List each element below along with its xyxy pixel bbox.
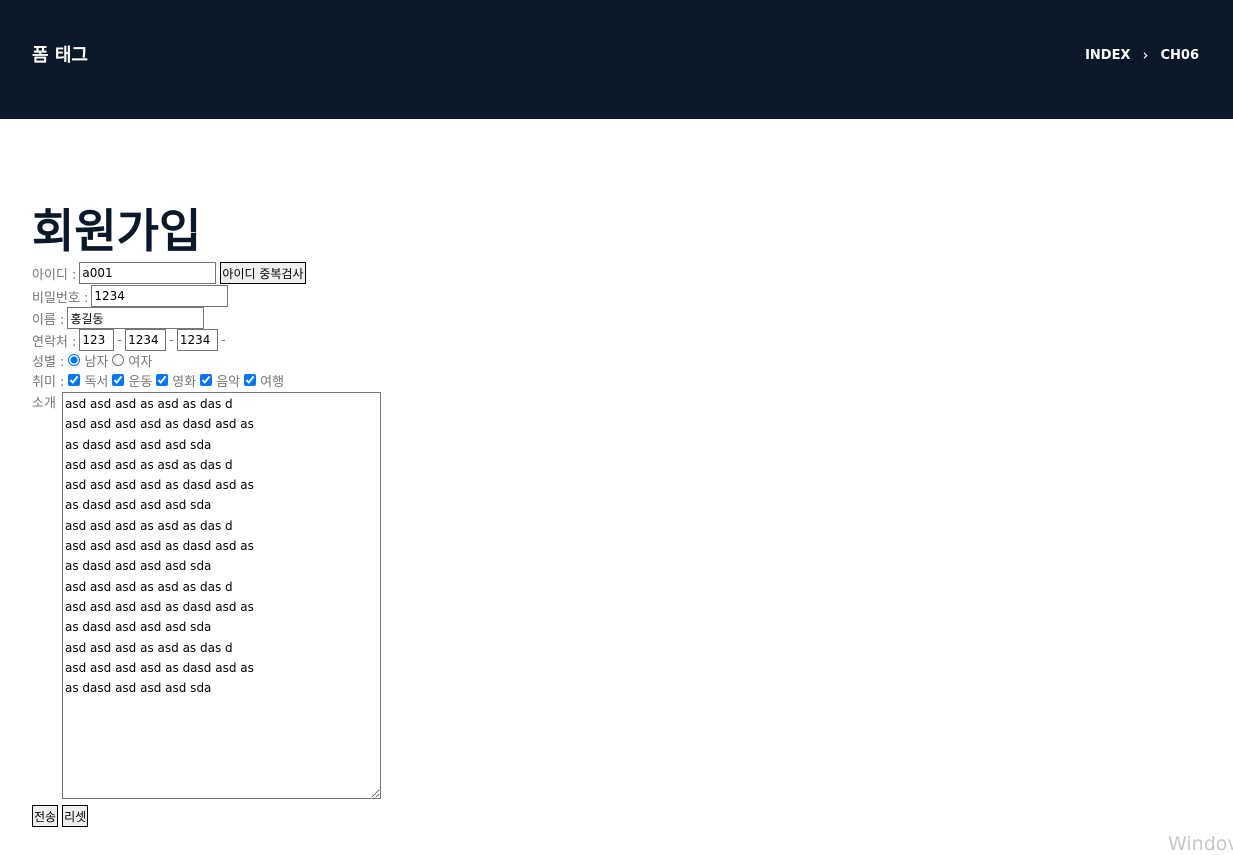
gender-radio-male[interactable] bbox=[68, 354, 81, 366]
hobby-option-label: 운동 bbox=[128, 374, 153, 390]
hobby-checkbox-reading[interactable] bbox=[68, 374, 81, 386]
top-header: 폼 태그 INDEX › CH06 bbox=[0, 0, 1233, 119]
phone-separator: - bbox=[220, 332, 226, 348]
windows-watermark: Windov bbox=[1168, 833, 1233, 855]
reset-button[interactable]: 리셋 bbox=[62, 805, 89, 827]
hobby-option-label: 영화 bbox=[172, 374, 197, 390]
id-row: 아이디 : 아이디 중복검사 bbox=[32, 262, 306, 284]
phone-separator: - bbox=[169, 332, 174, 348]
phone-label: 연락처 : bbox=[32, 334, 77, 350]
gender-option-label: 여자 bbox=[128, 354, 153, 370]
phone-part2-field[interactable] bbox=[125, 329, 167, 351]
gender-option-female[interactable]: 여자 bbox=[112, 351, 152, 370]
hobby-row: 취미 : 독서 운동 영화 음악 여행 bbox=[32, 369, 288, 391]
intro-row: 소개 bbox=[32, 390, 56, 412]
breadcrumb: INDEX › CH06 bbox=[1085, 46, 1199, 64]
page-title: 회원가입 bbox=[32, 204, 202, 258]
password-field[interactable] bbox=[91, 285, 229, 307]
hobby-option-label: 음악 bbox=[216, 374, 241, 390]
gender-label: 성별 : bbox=[32, 354, 65, 370]
hobby-option-music[interactable]: 음악 bbox=[200, 371, 240, 390]
hobby-option-movie[interactable]: 영화 bbox=[156, 371, 196, 390]
intro-label: 소개 bbox=[32, 395, 56, 411]
phone-part1-field[interactable] bbox=[79, 329, 115, 351]
hobby-checkbox-movie[interactable] bbox=[156, 374, 169, 386]
hobby-option-reading[interactable]: 독서 bbox=[68, 371, 108, 390]
hobby-option-label: 독서 bbox=[84, 374, 109, 390]
gender-option-label: 남자 bbox=[84, 354, 109, 370]
name-label: 이름 : bbox=[32, 312, 65, 328]
hobby-option-label: 여행 bbox=[260, 374, 285, 390]
intro-textarea[interactable]: asd asd asd as asd as das d asd asd asd … bbox=[62, 392, 381, 799]
hobby-option-exercise[interactable]: 운동 bbox=[112, 371, 152, 390]
submit-button[interactable]: 전송 bbox=[32, 805, 59, 827]
password-row: 비밀번호 : bbox=[32, 285, 229, 307]
breadcrumb-current: CH06 bbox=[1160, 47, 1199, 63]
gender-radio-female[interactable] bbox=[112, 354, 125, 366]
gender-option-male[interactable]: 남자 bbox=[68, 351, 108, 370]
password-label: 비밀번호 : bbox=[32, 290, 89, 306]
id-check-button[interactable]: 아이디 중복검사 bbox=[220, 262, 306, 284]
header-title: 폼 태그 bbox=[32, 45, 88, 66]
name-row: 이름 : bbox=[32, 307, 205, 329]
hobby-label: 취미 : bbox=[32, 374, 65, 390]
id-field[interactable] bbox=[79, 262, 217, 284]
hobby-checkbox-travel[interactable] bbox=[244, 374, 257, 386]
breadcrumb-index-link[interactable]: INDEX bbox=[1085, 48, 1130, 63]
chevron-right-icon: › bbox=[1142, 46, 1149, 64]
phone-separator: - bbox=[117, 332, 123, 348]
hobby-checkbox-exercise[interactable] bbox=[112, 374, 125, 386]
hobby-option-travel[interactable]: 여행 bbox=[244, 371, 284, 390]
phone-row: 연락처 : - - - bbox=[32, 329, 229, 351]
phone-part3-field[interactable] bbox=[176, 329, 218, 351]
id-label: 아이디 : bbox=[32, 267, 77, 283]
form-actions: 전송 리셋 bbox=[32, 805, 89, 827]
name-field[interactable] bbox=[67, 307, 205, 329]
gender-row: 성별 : 남자 여자 bbox=[32, 349, 156, 371]
hobby-checkbox-music[interactable] bbox=[200, 374, 213, 386]
